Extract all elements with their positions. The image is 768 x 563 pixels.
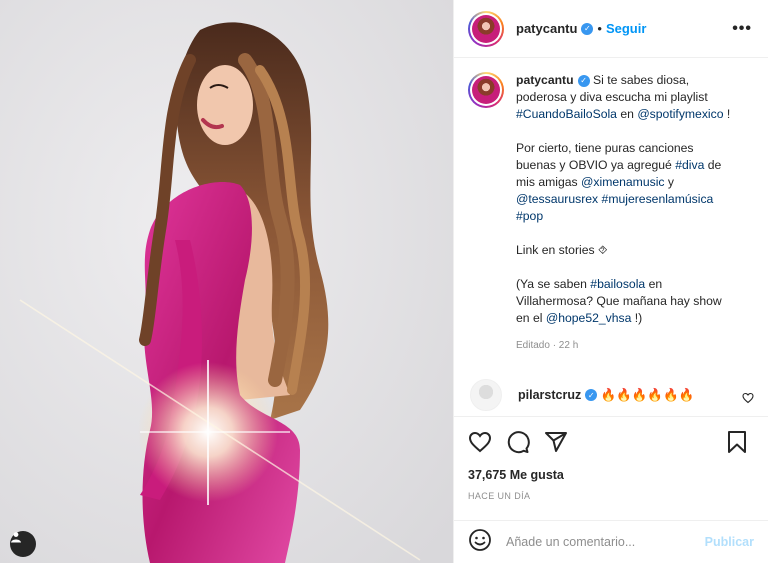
tag-user-icon[interactable] bbox=[10, 531, 36, 557]
mention-hope52-vhsa[interactable]: @hope52_vhsa bbox=[546, 311, 632, 325]
author-username[interactable]: patycantu bbox=[516, 21, 577, 36]
caption-line-1: Si te sabes diosa, bbox=[592, 73, 690, 87]
caption-username[interactable]: patycantu bbox=[516, 73, 574, 87]
post-modal: patycantu ✓ • Seguir ••• patycantu ✓ Si t… bbox=[0, 0, 768, 563]
caption-excl: ! bbox=[723, 107, 731, 121]
comment-like-heart-icon[interactable] bbox=[742, 391, 754, 409]
caption-line-4: Por cierto, tiene puras canciones bbox=[516, 141, 694, 155]
caption-en: en bbox=[616, 107, 638, 121]
share-icon[interactable] bbox=[544, 430, 568, 454]
caption-verified-badge-icon: ✓ bbox=[577, 74, 590, 87]
publish-button[interactable]: Publicar bbox=[705, 535, 754, 549]
commenter-avatar[interactable] bbox=[470, 379, 502, 411]
comment-text: pilarstcruz ✓ 🔥🔥🔥🔥🔥🔥 bbox=[518, 388, 694, 403]
post-details-panel: patycantu ✓ • Seguir ••• patycantu ✓ Si t… bbox=[453, 0, 768, 563]
caption-text: patycantu ✓ Si te sabes diosa, poderosa y… bbox=[516, 72, 746, 354]
caption-author-avatar[interactable] bbox=[468, 72, 504, 108]
caption-line-2: poderosa y diva escucha mi playlist bbox=[516, 90, 708, 104]
post-photo[interactable] bbox=[0, 0, 453, 563]
more-options-icon[interactable]: ••• bbox=[732, 20, 752, 38]
post-header: patycantu ✓ • Seguir ••• bbox=[454, 0, 768, 58]
hashtag-pop[interactable]: #pop bbox=[516, 209, 543, 223]
comment-item: pilarstcruz ✓ 🔥🔥🔥🔥🔥🔥 bbox=[468, 379, 754, 411]
caption-line-10: en el bbox=[516, 311, 546, 325]
likes-count[interactable]: 37,675 Me gusta bbox=[468, 468, 754, 482]
add-comment-form: Publicar bbox=[454, 520, 768, 563]
caption-line-6: mis amigas bbox=[516, 175, 582, 189]
comment-icon[interactable] bbox=[506, 430, 530, 454]
tag-user-glyph bbox=[11, 532, 21, 543]
verified-badge-icon: ✓ bbox=[581, 22, 594, 35]
caption-line-7: Link en stories ⯑ bbox=[516, 243, 608, 257]
caption-y: y bbox=[664, 175, 674, 189]
caption-en-2: en bbox=[645, 277, 663, 291]
commenter-username[interactable]: pilarstcruz bbox=[518, 388, 581, 402]
post-actions: 37,675 Me gusta Hace un día bbox=[454, 416, 768, 501]
caption-de: de bbox=[704, 158, 722, 172]
caption-line-9: Villahermosa? Que mañana hay show bbox=[516, 294, 722, 308]
caption-item: patycantu ✓ Si te sabes diosa, poderosa y… bbox=[468, 72, 754, 354]
comments-list: patycantu ✓ Si te sabes diosa, poderosa y… bbox=[454, 58, 768, 416]
separator-dot: • bbox=[597, 21, 602, 36]
hashtag-bailosola[interactable]: #bailosola bbox=[590, 277, 645, 291]
post-timestamp[interactable]: Hace un día bbox=[468, 491, 754, 501]
caption-line-5: buenas y OBVIO ya agregué bbox=[516, 158, 676, 172]
comment-body: 🔥🔥🔥🔥🔥🔥 bbox=[600, 387, 695, 402]
caption-line-8: (Ya se saben bbox=[516, 277, 591, 291]
comment-input[interactable] bbox=[504, 534, 705, 550]
avatar-image bbox=[472, 14, 500, 43]
mention-tessaurusrex[interactable]: @tessaurusrex bbox=[516, 192, 598, 206]
author-avatar[interactable] bbox=[468, 10, 504, 47]
hashtag-diva[interactable]: #diva bbox=[675, 158, 704, 172]
edited-timestamp: Editado · 22 h bbox=[516, 340, 579, 351]
caption-avatar-image bbox=[472, 76, 500, 104]
emoji-icon[interactable] bbox=[468, 528, 492, 557]
mention-ximenamusic[interactable]: @ximenamusic bbox=[581, 175, 665, 189]
hashtag-cuandobailosola[interactable]: #CuandoBailoSola bbox=[516, 107, 617, 121]
photo-illustration bbox=[0, 0, 453, 563]
heart-icon[interactable] bbox=[468, 430, 492, 454]
bookmark-icon[interactable] bbox=[726, 430, 748, 454]
commenter-verified-badge-icon: ✓ bbox=[585, 389, 598, 402]
caption-close: !) bbox=[631, 311, 643, 325]
mention-spotifymexico[interactable]: @spotifymexico bbox=[637, 107, 723, 121]
follow-button[interactable]: Seguir bbox=[606, 21, 646, 36]
hashtag-mujeresenlamusica[interactable]: #mujeresenlamúsica bbox=[602, 192, 714, 206]
